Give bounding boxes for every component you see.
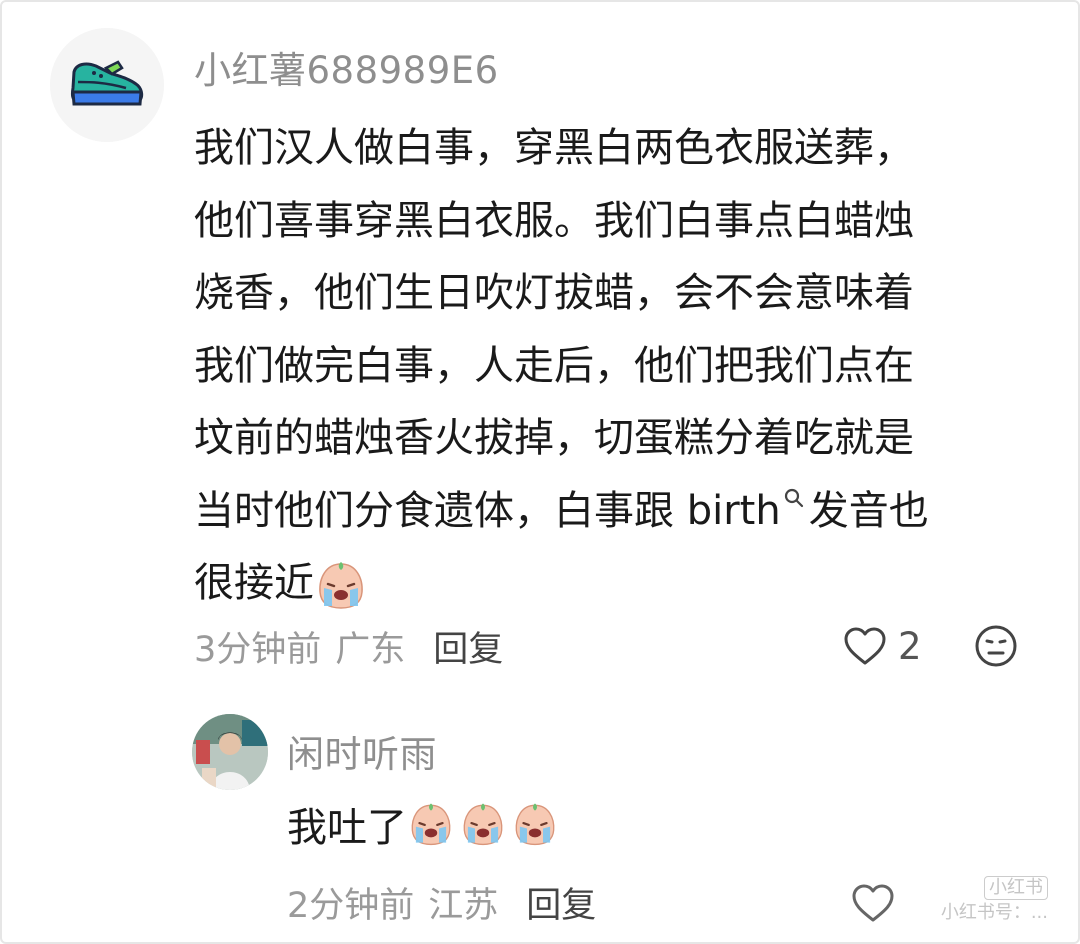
reply-button[interactable]: 回复 xyxy=(433,621,503,672)
crying-emoji-icon xyxy=(411,803,451,846)
reply-meta: 2分钟前 江苏 回复 xyxy=(287,876,596,928)
comment-meta: 3分钟前 广东 回复 xyxy=(194,620,503,672)
like-count: 2 xyxy=(898,624,922,668)
comment-time: 3分钟前 xyxy=(194,629,322,670)
reply-time: 2分钟前 xyxy=(287,885,415,926)
comment-line-part: 当时他们分食遗体，白事跟 birth xyxy=(194,487,781,534)
comment-username[interactable]: 小红薯688989E6 xyxy=(194,40,499,94)
comment-line: 我们做完白事，人走后，他们把我们点在 xyxy=(194,342,914,389)
crying-emoji-icon xyxy=(515,803,555,846)
user-avatar[interactable] xyxy=(50,28,164,142)
reply-user-avatar[interactable] xyxy=(192,714,268,790)
watermark-brand: 小红书 xyxy=(984,876,1048,900)
reply-body: 我吐了 xyxy=(287,792,563,856)
comment-line-part: 发音也 xyxy=(808,487,929,534)
crying-emoji-icon xyxy=(319,562,363,609)
crying-emoji-icon xyxy=(463,803,503,846)
reply-text: 我吐了 xyxy=(287,805,407,851)
search-link-icon[interactable] xyxy=(783,487,805,509)
reply-location: 江苏 xyxy=(428,885,499,926)
reply-button[interactable]: 回复 xyxy=(526,877,596,928)
comment-line-7: 很接近 xyxy=(194,547,1034,620)
heart-icon xyxy=(852,884,894,922)
watermark-text: 小红书号：... xyxy=(940,902,1048,923)
sneaker-icon xyxy=(50,28,164,142)
watermark: 小红书 小红书号：... xyxy=(941,876,1048,924)
person-photo-avatar xyxy=(192,714,268,790)
comment-line: 我们汉人做白事，穿黑白两色衣服送葬， xyxy=(194,125,914,171)
reply-username[interactable]: 闲时听雨 xyxy=(287,724,437,778)
comment-line: 烧香，他们生日吹灯拔蜡，会不会意味着 xyxy=(194,270,914,316)
like-button[interactable]: 2 xyxy=(842,620,922,672)
comment-line: 坟前的蜡烛香火拔掉，切蛋糕分着吃就是 xyxy=(194,415,914,461)
comment-line: 他们喜事穿黑白衣服。我们白事点白蜡烛 xyxy=(194,197,914,244)
comment-thread: 小红薯688989E6 我们汉人做白事，穿黑白两色衣服送葬， 他们喜事穿黑白衣服… xyxy=(0,0,1080,944)
heart-icon xyxy=(844,627,886,665)
comment-body: 我们汉人做白事，穿黑白两色衣服送葬， 他们喜事穿黑白衣服。我们白事点白蜡烛 烧香… xyxy=(194,112,1034,620)
reply-like-button[interactable] xyxy=(850,878,896,928)
dislike-face-icon[interactable] xyxy=(974,624,1018,668)
comment-line-part: 很接近 xyxy=(194,560,314,606)
comment-location: 广东 xyxy=(335,629,406,670)
comment-line-6: 当时他们分食遗体，白事跟 birth 发音也 xyxy=(194,475,1034,548)
